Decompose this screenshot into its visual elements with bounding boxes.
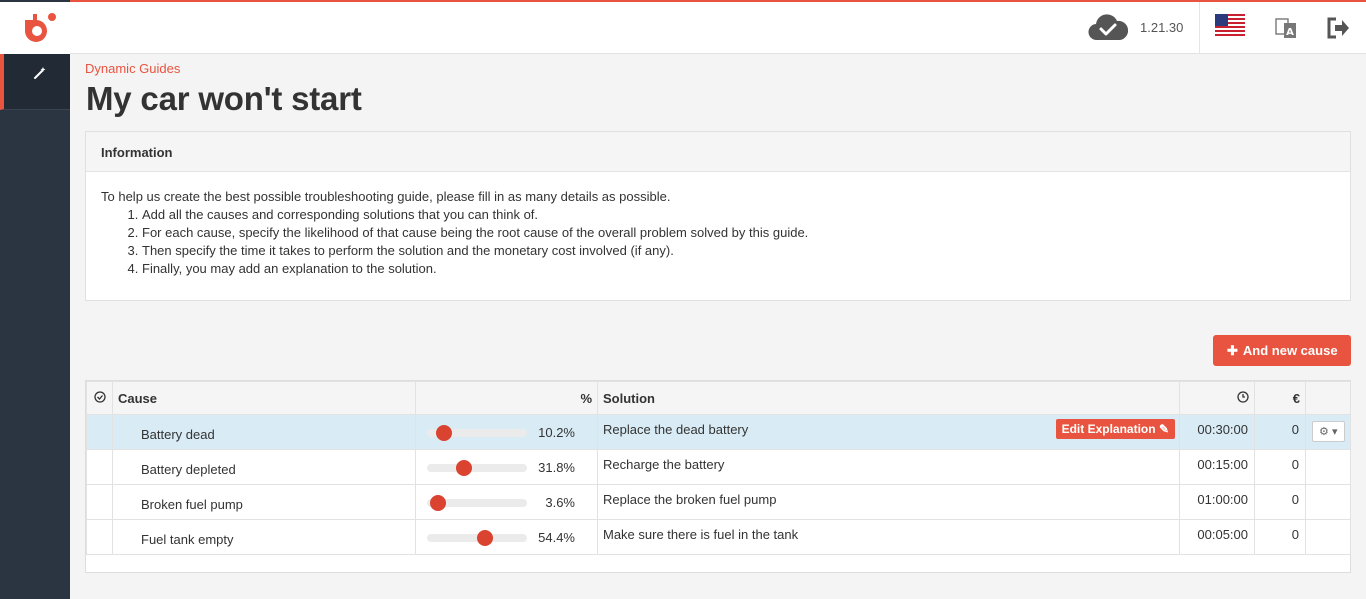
probability-slider[interactable] [427, 530, 527, 546]
add-new-cause-label: And new cause [1242, 343, 1338, 358]
information-intro: To help us create the best possible trou… [101, 189, 671, 204]
cause-cell[interactable]: Broken fuel pump [112, 484, 416, 520]
add-new-cause-button[interactable]: ✚ And new cause [1213, 335, 1351, 366]
probability-cell: 31.8% [415, 449, 598, 485]
information-steps: Add all the causes and corresponding sol… [142, 206, 1335, 278]
pencil-icon: ✎ [1158, 422, 1169, 436]
cloud-sync-icon [1088, 14, 1128, 41]
cost-cell[interactable]: 0 [1254, 414, 1306, 450]
probability-cell: 3.6% [415, 484, 598, 520]
time-cell[interactable]: 00:30:00 [1179, 414, 1255, 450]
row-actions-cell: ⚙ ▾ [1305, 414, 1351, 450]
magic-wand-icon [34, 67, 46, 79]
solution-cell[interactable]: Replace the dead battery Edit Explanatio… [597, 414, 1180, 450]
row-select-cell[interactable] [86, 484, 113, 520]
solution-cell[interactable]: Replace the broken fuel pump [597, 484, 1180, 520]
logo-area [0, 2, 70, 54]
time-cell[interactable]: 00:15:00 [1179, 449, 1255, 485]
probability-cell: 10.2% [415, 414, 598, 450]
information-step: For each cause, specify the likelihood o… [142, 224, 1335, 242]
cost-cell[interactable]: 0 [1254, 449, 1306, 485]
translate-icon[interactable]: A [1274, 16, 1298, 40]
probability-slider[interactable] [427, 495, 527, 511]
cost-cell[interactable]: 0 [1254, 519, 1306, 555]
information-step: Finally, you may add an explanation to t… [142, 260, 1335, 278]
row-select-cell[interactable] [86, 519, 113, 555]
causes-table: Cause % Solution € Battery dead 10.2% Re… [86, 381, 1351, 555]
time-column-header[interactable] [1179, 381, 1255, 415]
probability-slider[interactable] [427, 425, 527, 441]
row-actions-cell [1305, 519, 1351, 555]
probability-value: 31.8% [538, 460, 575, 475]
solution-text: Replace the broken fuel pump [603, 492, 777, 507]
solution-text: Replace the dead battery [603, 422, 749, 437]
time-cell[interactable]: 01:00:00 [1179, 484, 1255, 520]
solution-text: Make sure there is fuel in the tank [603, 527, 799, 542]
table-row[interactable]: Battery depleted 31.8% Recharge the batt… [86, 449, 1351, 485]
row-select-cell[interactable] [86, 449, 113, 485]
edit-explanation-button[interactable]: Edit Explanation ✎ [1055, 419, 1175, 439]
app-logo-icon[interactable] [23, 12, 57, 46]
breadcrumb-dynamic-guides[interactable]: Dynamic Guides [85, 61, 180, 76]
probability-cell: 54.4% [415, 519, 598, 555]
information-step: Then specify the time it takes to perfor… [142, 242, 1335, 260]
information-panel-heading: Information [86, 132, 1350, 172]
logout-icon[interactable] [1326, 17, 1350, 39]
cost-cell[interactable]: 0 [1254, 484, 1306, 520]
actions-column-header [1305, 381, 1351, 415]
check-circle-icon [93, 390, 106, 403]
row-actions-cell [1305, 484, 1351, 520]
solution-cell[interactable]: Recharge the battery [597, 449, 1180, 485]
us-flag-icon[interactable] [1215, 14, 1245, 36]
slider-handle[interactable] [456, 460, 473, 476]
cause-cell[interactable]: Battery depleted [112, 449, 416, 485]
cause-cell[interactable]: Fuel tank empty [112, 519, 416, 555]
time-cell[interactable]: 00:05:00 [1179, 519, 1255, 555]
cause-column-header[interactable]: Cause [112, 381, 416, 415]
solution-text: Recharge the battery [603, 457, 725, 472]
information-panel-body: To help us create the best possible trou… [86, 172, 1350, 294]
sidebar-item-dynamic-guides[interactable] [0, 54, 70, 110]
slider-handle[interactable] [477, 530, 494, 546]
solution-column-header[interactable]: Solution [597, 381, 1180, 415]
clock-icon [1237, 390, 1249, 403]
table-row[interactable]: Broken fuel pump 3.6% Replace the broken… [86, 484, 1351, 520]
slider-handle[interactable] [430, 495, 447, 511]
causes-table-container: Cause % Solution € Battery dead 10.2% Re… [85, 380, 1351, 573]
sidebar [0, 0, 70, 599]
edit-explanation-label: Edit Explanation [1061, 422, 1156, 436]
probability-value: 54.4% [538, 530, 575, 545]
table-row[interactable]: Battery dead 10.2% Replace the dead batt… [86, 414, 1351, 450]
row-actions-dropdown[interactable]: ⚙ ▾ [1312, 421, 1345, 442]
cause-cell[interactable]: Battery dead [112, 414, 416, 450]
slider-handle[interactable] [436, 425, 453, 441]
information-step: Add all the causes and corresponding sol… [142, 206, 1335, 224]
probability-value: 10.2% [538, 425, 575, 440]
select-all-header[interactable] [86, 381, 113, 415]
information-panel: Information To help us create the best p… [85, 131, 1351, 301]
page-title: My car won't start [86, 80, 362, 117]
top-bar: 1.21.30 A [70, 2, 1366, 54]
plus-icon: ✚ [1227, 343, 1238, 358]
probability-slider[interactable] [427, 460, 527, 476]
svg-text:A: A [1286, 27, 1294, 38]
topbar-divider [1199, 2, 1200, 54]
percent-column-header[interactable]: % [415, 381, 598, 415]
cost-column-header[interactable]: € [1254, 381, 1306, 415]
gear-icon: ⚙ [1319, 426, 1329, 438]
solution-cell[interactable]: Make sure there is fuel in the tank [597, 519, 1180, 555]
row-select-cell[interactable] [86, 414, 113, 450]
caret-down-icon: ▾ [1331, 426, 1338, 438]
table-header-row: Cause % Solution € [86, 381, 1351, 415]
probability-value: 3.6% [545, 495, 575, 510]
table-row[interactable]: Fuel tank empty 54.4% Make sure there is… [86, 519, 1351, 555]
app-version: 1.21.30 [1140, 20, 1184, 35]
row-actions-cell [1305, 449, 1351, 485]
